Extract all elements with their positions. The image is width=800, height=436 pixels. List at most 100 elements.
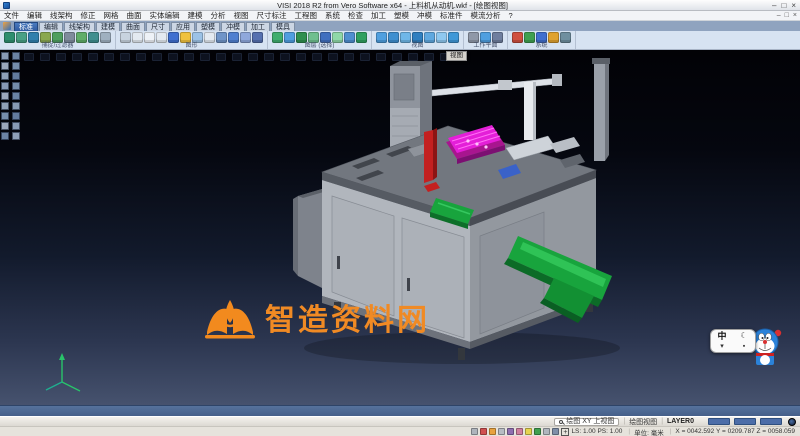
menu-item[interactable]: 文件 [0,11,23,21]
view-name-label[interactable]: 绘图视图 [629,417,657,427]
ribbon-icon[interactable] [524,32,535,43]
color-swatch[interactable] [734,418,756,425]
menu-item[interactable]: 分析 [207,11,230,21]
ribbon-icon[interactable] [64,32,75,43]
ribbon-icon[interactable] [320,32,331,43]
ribbon-icon[interactable] [132,32,143,43]
menu-item[interactable]: 尺寸标注 [253,11,291,21]
status-icon[interactable] [534,428,541,435]
ribbon-tab[interactable]: 编辑 [39,22,63,31]
ribbon-icon[interactable] [180,32,191,43]
ribbon-icon[interactable] [272,32,283,43]
doc-restore-button[interactable]: □ [785,11,789,21]
menu-item[interactable]: 线架构 [46,11,77,21]
ribbon-icon[interactable] [40,32,51,43]
ribbon-icon[interactable] [252,32,263,43]
machine-right-pillar[interactable] [592,58,610,161]
status-icon[interactable] [480,428,487,435]
menu-item[interactable]: 标准件 [436,11,467,21]
ribbon-icon[interactable] [560,32,571,43]
ribbon-icon[interactable] [332,32,343,43]
viewport-3d[interactable]: 视图 [0,50,800,405]
ribbon-icon[interactable] [100,32,111,43]
ribbon-tab[interactable]: 曲面 [121,22,145,31]
ribbon-icon[interactable] [120,32,131,43]
doc-minimize-button[interactable]: – [777,11,781,21]
ribbon-icon[interactable] [412,32,423,43]
ribbon-icon[interactable] [308,32,319,43]
ribbon-tab[interactable]: 模具 [271,22,295,31]
ribbon-icon[interactable] [492,32,503,43]
ribbon-icon[interactable] [168,32,179,43]
ribbon-icon[interactable] [192,32,203,43]
ribbon-icon[interactable] [228,32,239,43]
menu-item[interactable]: 视图 [230,11,253,21]
ribbon-icon[interactable] [468,32,479,43]
minimize-button[interactable]: – [772,1,776,10]
menu-item[interactable]: 曲面 [123,11,146,21]
color-indicator-icon[interactable] [788,418,796,426]
active-layer-label[interactable]: LAYER0 [667,418,694,425]
ribbon-icon[interactable] [240,32,251,43]
ribbon-icon[interactable] [28,32,39,43]
ribbon-icon[interactable] [52,32,63,43]
ribbon-icon[interactable] [16,32,27,43]
menu-item[interactable]: 塑模 [390,11,413,21]
ribbon-icon[interactable] [4,32,15,43]
ribbon-icon[interactable] [88,32,99,43]
maximize-button[interactable]: □ [781,1,786,10]
menu-item[interactable]: 冲模 [413,11,436,21]
status-icon[interactable] [471,428,478,435]
ribbon-tab[interactable]: 加工 [246,22,270,31]
ribbon-icon[interactable] [356,32,367,43]
ribbon-icon[interactable] [400,32,411,43]
menu-item[interactable]: 系统 [321,11,344,21]
ribbon-icon[interactable] [536,32,547,43]
color-swatch[interactable] [760,418,782,425]
ribbon-icon[interactable] [548,32,559,43]
ribbon-icon[interactable] [284,32,295,43]
ribbon-tab[interactable]: 应用 [171,22,195,31]
ribbon-icon[interactable] [424,32,435,43]
ribbon-icon[interactable] [204,32,215,43]
menu-item[interactable]: 检查 [344,11,367,21]
menu-item[interactable]: 编辑 [23,11,46,21]
menu-item[interactable]: 加工 [367,11,390,21]
machine-3d-model[interactable] [0,50,800,405]
menu-item[interactable]: 工程图 [291,11,322,21]
ribbon-options-icon[interactable] [3,22,11,30]
ribbon-tab[interactable]: 尺寸 [146,22,170,31]
status-icon[interactable] [489,428,496,435]
status-icon[interactable] [525,428,532,435]
menu-item[interactable]: 网格 [100,11,123,21]
ribbon-icon[interactable] [480,32,491,43]
menu-item[interactable]: ? [505,11,517,21]
ribbon-tab[interactable]: 冲模 [221,22,245,31]
menu-item[interactable]: 修正 [77,11,100,21]
doc-close-button[interactable]: × [793,11,797,21]
ribbon-icon[interactable] [436,32,447,43]
ribbon-icon[interactable] [216,32,227,43]
menu-item[interactable]: 实体编辑 [146,11,184,21]
ribbon-tab[interactable]: 标准 [14,22,38,31]
ime-mode-button[interactable]: 中 [717,331,726,341]
ribbon-icon[interactable] [376,32,387,43]
ribbon-icon[interactable] [296,32,307,43]
ribbon-tab[interactable]: 建模 [96,22,120,31]
status-icon[interactable] [516,428,523,435]
ribbon-tab[interactable]: 塑模 [196,22,220,31]
close-button[interactable]: × [791,1,796,10]
ime-keyboard-icon[interactable]: ▪ [743,343,745,351]
color-swatch[interactable] [708,418,730,425]
ribbon-icon[interactable] [512,32,523,43]
status-icon[interactable] [507,428,514,435]
machine-left-cabinet[interactable] [293,189,327,288]
view-mode-field[interactable]: 绘图 XY 上视图 [554,418,619,426]
ribbon-icon[interactable] [156,32,167,43]
ribbon-icon[interactable] [144,32,155,43]
ime-toolbar[interactable]: 中 ☾ ▾ ▪ [710,329,756,353]
status-icon[interactable] [543,428,550,435]
snap-grid-icon[interactable]: + [561,428,569,436]
status-icon[interactable] [552,428,559,435]
menu-item[interactable]: 模流分析 [467,11,505,21]
